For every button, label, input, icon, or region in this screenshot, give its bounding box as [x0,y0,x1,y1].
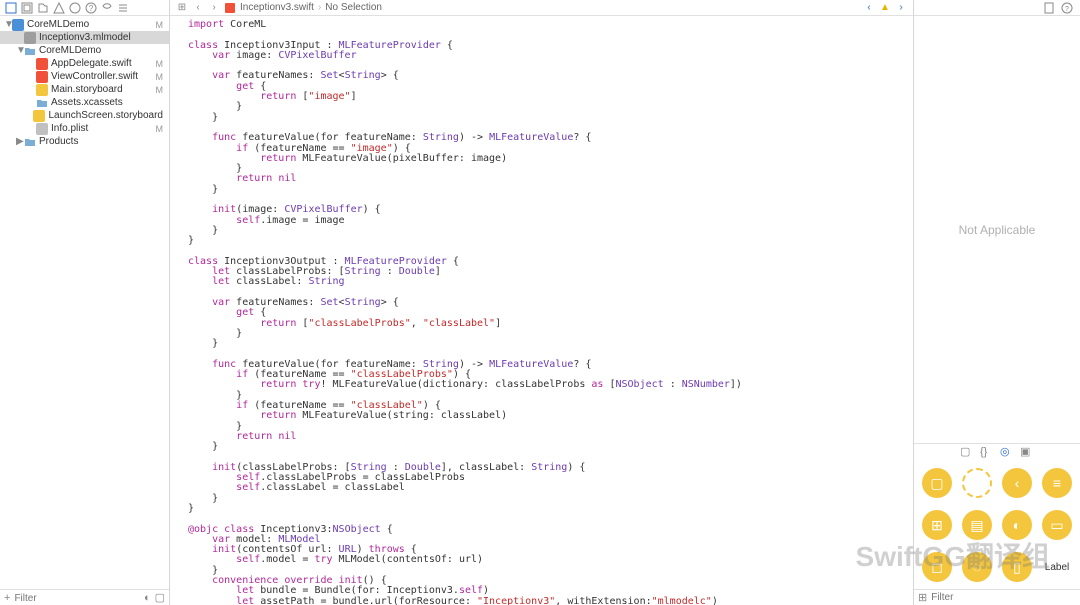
source-control-tab-icon[interactable] [20,1,34,15]
nav-item[interactable]: Inceptionv3.mlmodel [0,31,169,44]
nav-item[interactable]: Info.plistM [0,122,169,135]
symbol-navigator-tab-icon[interactable] [36,1,50,15]
split-view-icon: ◐ [1002,510,1032,540]
nav-item[interactable]: AppDelegate.swiftM [0,57,169,70]
nav-item[interactable]: Assets.xcassets [0,96,169,109]
navigator-panel: ? ▼CoreMLDemoMInceptionv3.mlmodel▼CoreML… [0,0,170,605]
editor-area: ⊞ ‹ › Inceptionv3.swift › No Selection ‹… [170,0,914,605]
find-navigator-tab-icon[interactable] [52,1,66,15]
file-inspector-icon[interactable] [1042,2,1056,14]
add-icon[interactable]: + [4,592,10,604]
svg-text:?: ? [1065,6,1069,13]
inspector-content: Not Applicable [914,16,1080,443]
object-library-icon[interactable]: ◎ [1000,445,1014,458]
nav-item[interactable]: Main.storyboardM [0,83,169,96]
nav-item[interactable]: ▼CoreMLDemo [0,44,169,57]
file-library-icon[interactable]: ▢ [960,445,974,458]
button-icon: ◻ [922,552,952,582]
grid-view-icon[interactable]: ⊞ [918,591,927,604]
library-item[interactable]: ≡ [1038,463,1076,503]
help-inspector-icon[interactable]: ? [1060,2,1074,14]
library-item-label[interactable]: Label [1038,547,1076,587]
next-issue-icon[interactable]: › [895,2,907,13]
debug-navigator-tab-icon[interactable] [100,1,114,15]
inspector-tab-bar: ? [914,0,1080,16]
gutter[interactable] [170,16,184,605]
segmented-icon: ▯ [1002,552,1032,582]
nav-item[interactable]: LaunchScreen.storyboard [0,109,169,122]
svg-text:?: ? [89,4,94,13]
library-tab-bar: ▢ {} ◎ ▣ [914,443,1080,459]
library-item[interactable] [958,463,996,503]
prev-issue-icon[interactable]: ‹ [863,2,875,13]
tab-bar-icon: ▤ [962,510,992,540]
test-navigator-tab-icon[interactable]: ? [84,1,98,15]
warning-icon[interactable]: ▲ [879,2,891,13]
scm-icon[interactable]: ▢ [155,591,165,604]
library-item[interactable]: ▤ [958,505,996,545]
not-applicable-label: Not Applicable [959,223,1036,237]
library-item[interactable]: ◻ [918,547,956,587]
jump-bar-file[interactable]: Inceptionv3.swift [240,2,314,13]
table-view-icon: ≡ [1042,468,1072,498]
library-item[interactable]: ‹ [998,463,1036,503]
nav-item[interactable]: ▶Products [0,135,169,148]
view-controller-icon: ▢ [922,468,952,498]
navigator-tab-bar: ? [0,0,169,16]
forward-icon[interactable]: › [208,2,220,13]
jump-bar: ⊞ ‹ › Inceptionv3.swift › No Selection ‹… [170,0,913,16]
utilities-panel: ? Not Applicable ▢ {} ◎ ▣ ▢ ‹ ≡ ⊞ ▤ ◐ ▭ … [914,0,1080,605]
jump-bar-selection[interactable]: No Selection [325,2,382,13]
breakpoint-navigator-tab-icon[interactable] [116,1,130,15]
library-item[interactable]: ◐ [998,505,1036,545]
snippet-library-icon[interactable]: {} [980,446,994,458]
library-item[interactable]: ▯ [998,547,1036,587]
spinner-icon: ◌ [962,552,992,582]
library-item[interactable]: ▢ [918,463,956,503]
clock-icon[interactable]: ◐ [144,592,151,604]
library-footer: ⊞ [914,589,1080,605]
project-navigator-tab-icon[interactable] [4,1,18,15]
placeholder-icon [962,468,992,498]
library-item[interactable]: ◌ [958,547,996,587]
code-editor[interactable]: import CoreML class Inceptionv3Input : M… [170,16,913,605]
nav-item[interactable]: ViewController.swiftM [0,70,169,83]
back-icon[interactable]: ‹ [192,2,204,13]
navigator-filter-input[interactable] [14,593,140,604]
nav-item[interactable]: ▼CoreMLDemoM [0,18,169,31]
navigator-footer: + ◐ ▢ [0,589,169,605]
navigator-tree[interactable]: ▼CoreMLDemoMInceptionv3.mlmodel▼CoreMLDe… [0,16,169,589]
page-view-icon: ▭ [1042,510,1072,540]
issue-navigator-tab-icon[interactable] [68,1,82,15]
library-item[interactable]: ⊞ [918,505,956,545]
library-filter-input[interactable] [931,592,1076,603]
chevron-right-icon: › [318,2,321,13]
label-text: Label [1045,562,1069,573]
navigation-controller-icon: ‹ [1002,468,1032,498]
media-library-icon[interactable]: ▣ [1020,445,1034,458]
related-items-icon[interactable]: ⊞ [176,2,188,13]
object-library-grid[interactable]: ▢ ‹ ≡ ⊞ ▤ ◐ ▭ ◻ ◌ ▯ Label [914,459,1080,589]
swift-file-icon [224,3,236,13]
collection-view-icon: ⊞ [922,510,952,540]
code-area[interactable]: import CoreML class Inceptionv3Input : M… [184,16,913,605]
library-item[interactable]: ▭ [1038,505,1076,545]
